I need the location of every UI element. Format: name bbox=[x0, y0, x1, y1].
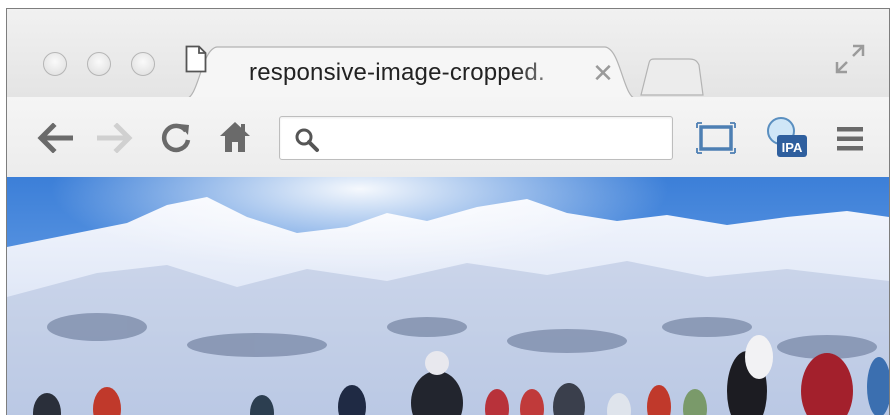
page-viewport bbox=[7, 177, 889, 415]
address-bar[interactable] bbox=[279, 116, 673, 161]
reload-icon[interactable] bbox=[159, 121, 193, 155]
close-window-button[interactable] bbox=[43, 52, 67, 76]
minimize-window-button[interactable] bbox=[87, 52, 111, 76]
mountain-photo bbox=[7, 177, 889, 415]
ipa-label: IPA bbox=[782, 140, 803, 155]
browser-toolbar: IPA bbox=[7, 97, 889, 178]
home-icon[interactable] bbox=[217, 119, 253, 155]
responsive-frame-icon[interactable] bbox=[695, 121, 737, 155]
zoom-window-button[interactable] bbox=[131, 52, 155, 76]
back-arrow-icon[interactable] bbox=[37, 123, 73, 153]
fullscreen-arrows-icon[interactable] bbox=[833, 42, 867, 76]
address-input[interactable] bbox=[332, 117, 666, 161]
ipa-extension-button[interactable]: IPA bbox=[765, 115, 811, 161]
browser-window: responsive-image-cropped. ✕ IPA bbox=[6, 8, 890, 415]
new-tab-button[interactable] bbox=[639, 57, 705, 97]
title-bar: responsive-image-cropped. ✕ bbox=[7, 9, 889, 99]
document-icon bbox=[185, 45, 207, 73]
ipa-icon: IPA bbox=[767, 117, 807, 157]
hamburger-menu-icon[interactable] bbox=[835, 125, 865, 153]
search-icon bbox=[295, 128, 319, 152]
tab-title: responsive-image-cropped. bbox=[249, 59, 545, 86]
forward-arrow-icon[interactable] bbox=[97, 123, 133, 153]
tab-active[interactable]: responsive-image-cropped. ✕ bbox=[185, 45, 637, 99]
tab-close-button[interactable]: ✕ bbox=[590, 60, 616, 86]
